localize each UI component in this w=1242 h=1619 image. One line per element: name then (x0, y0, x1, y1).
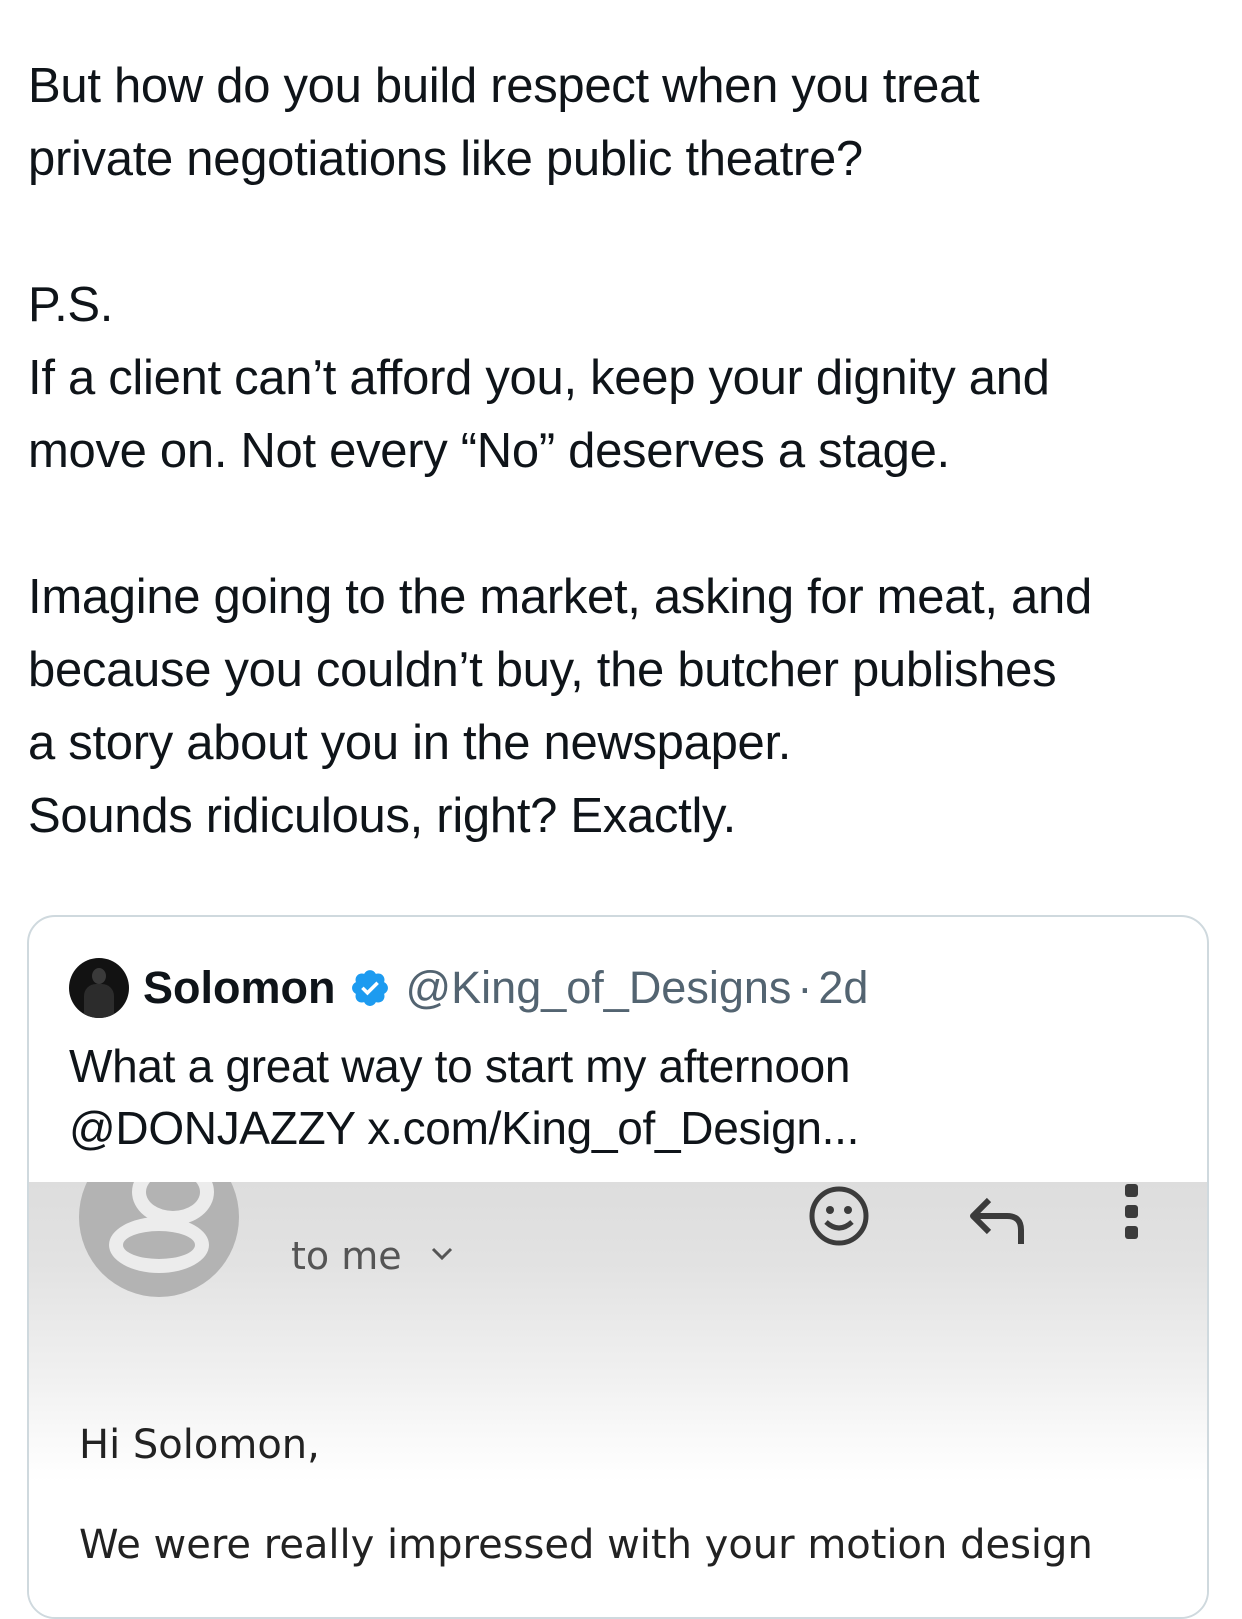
tweet-line: because you couldn’t buy, the butcher pu… (28, 643, 1057, 697)
sender-name-cropped (291, 1182, 761, 1188)
email-screenshot-image: to me Hi Solomon, We were really impress… (29, 1182, 1207, 1617)
quoted-tweet-header: Solomon @King_of_Designs · 2d (69, 957, 868, 1019)
recipient-label: to me (291, 1234, 402, 1278)
email-body-line: We were really impressed with your motio… (79, 1522, 1093, 1568)
tweet-line: P.S. (28, 278, 114, 332)
author-handle[interactable]: @King_of_Designs (405, 962, 791, 1014)
tweet-line: But how do you build respect when you tr… (28, 59, 980, 113)
quoted-text-line: What a great way to start my afternoon (69, 1040, 851, 1092)
email-greeting: Hi Solomon, (79, 1422, 320, 1468)
quoted-tweet-card[interactable]: Solomon @King_of_Designs · 2d What a gre… (27, 915, 1209, 1619)
tweet-line: a story about you in the newspaper. (28, 716, 792, 770)
tweet-body: But how do you build respect when you tr… (28, 50, 1218, 853)
emoji-reaction-icon (807, 1184, 871, 1253)
default-avatar-icon (79, 1182, 239, 1297)
tweet-line: If a client can’t afford you, keep your … (28, 351, 1050, 405)
tweet-line: move on. Not every “No” deserves a stage… (28, 424, 950, 478)
quoted-tweet-text: What a great way to start my afternoon @… (69, 1035, 859, 1159)
quoted-text-line-links[interactable]: @DONJAZZY x.com/King_of_Design... (69, 1097, 859, 1159)
author-name[interactable]: Solomon (143, 962, 335, 1014)
tweet-line: Imagine going to the market, asking for … (28, 570, 1092, 624)
avatar[interactable] (69, 958, 129, 1018)
chevron-down-icon (431, 1246, 453, 1267)
verified-badge-icon (349, 967, 391, 1009)
meta-separator: · (797, 962, 813, 1013)
more-options-icon (1125, 1184, 1141, 1247)
post-time[interactable]: 2d (818, 962, 868, 1014)
tweet-line: Sounds ridiculous, right? Exactly. (28, 789, 736, 843)
tweet-line: private negotiations like public theatre… (28, 132, 863, 186)
reply-icon (967, 1194, 1029, 1249)
